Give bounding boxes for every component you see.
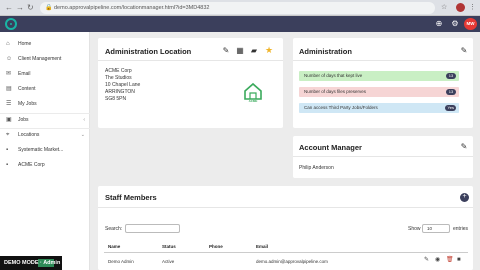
divider xyxy=(98,60,283,61)
sidebar-item-label: Email xyxy=(18,71,31,77)
count-badge: Yes xyxy=(445,105,456,111)
stat-days-kept-live: Number of days that kept live 13 xyxy=(299,71,459,81)
sidebar: ⌂ Home ☺ Client Management ✉ Email ▤ Con… xyxy=(0,32,90,270)
briefcase-icon: ▣ xyxy=(6,117,12,123)
address-line: ACME Corp xyxy=(105,68,132,74)
table-header-rule xyxy=(104,252,468,253)
sidebar-item-label: Locations xyxy=(18,132,40,138)
column-header-email[interactable]: Email xyxy=(256,244,268,249)
chevron-left-icon: ‹ xyxy=(83,117,85,123)
stat-label: Number of days files preserves xyxy=(304,89,367,94)
show-label: Show xyxy=(408,226,421,232)
profile-icon[interactable] xyxy=(456,3,465,12)
column-header-phone[interactable]: Phone xyxy=(209,244,223,249)
stat-label: Can access Third Party Jobs/Folders xyxy=(304,105,378,110)
delete-icon[interactable]: 🗑 xyxy=(446,256,454,264)
sidebar-item-label: ACME Corp xyxy=(18,162,45,168)
entries-label: entries xyxy=(453,226,469,232)
divider xyxy=(293,156,473,157)
sidebar-item-home[interactable]: ⌂ Home xyxy=(0,38,90,51)
stat-days-files-preserved: Number of days files preserves 13 xyxy=(299,87,459,97)
stat-third-party-access: Can access Third Party Jobs/Folders Yes xyxy=(299,103,459,113)
address-line: SG8 5PN xyxy=(105,96,127,102)
edit-icon[interactable]: ✎ xyxy=(459,142,469,152)
avatar[interactable]: MW xyxy=(464,18,477,30)
sidebar-item-acme-corp[interactable]: ▪ ACME Corp xyxy=(0,159,90,172)
administration-title: Administration xyxy=(299,47,352,56)
address-line: 10 Chapel Lane xyxy=(105,82,141,88)
logo-text: ACME xyxy=(248,99,258,103)
stat-label: Number of days that kept live xyxy=(304,73,363,78)
company-logo: ACME xyxy=(241,80,265,104)
lock-icon: 🔒 xyxy=(45,5,53,11)
folder-open-icon[interactable]: ▰ xyxy=(249,46,259,56)
browser-toolbar: ← → ↻ 🔒 demo.approvalpipeline.com/locati… xyxy=(0,0,480,16)
account-manager-title: Account Manager xyxy=(299,143,362,152)
staff-members-title: Staff Members xyxy=(105,193,157,202)
forward-icon[interactable]: → xyxy=(16,3,24,13)
search-label: Search: xyxy=(105,226,123,232)
address-line: The Studios xyxy=(105,75,132,81)
folder-icon: ▪ xyxy=(6,147,9,153)
edit-icon[interactable]: ✎ xyxy=(221,46,231,56)
settings-icon[interactable]: ⚙ xyxy=(449,18,461,30)
search-input[interactable] xyxy=(125,224,180,233)
cell-name: Demo Admin xyxy=(108,259,134,264)
url-text: demo.approvalpipeline.com/locationmanage… xyxy=(54,5,210,11)
app-logo[interactable] xyxy=(5,18,17,30)
mail-icon: ✉ xyxy=(6,71,12,77)
column-header-name[interactable]: Name xyxy=(108,244,120,249)
page-size-value: 10 xyxy=(427,226,433,231)
users-icon: ☺ xyxy=(6,56,13,62)
sidebar-item-label: My Jobs xyxy=(18,101,37,107)
location-icon: ⌖ xyxy=(6,132,10,138)
sidebar-item-systematic-market[interactable]: ▪ Systematic Market... xyxy=(0,144,90,157)
count-badge: 13 xyxy=(446,73,456,79)
column-header-status[interactable]: Status xyxy=(162,244,176,249)
cell-status: Active xyxy=(162,259,175,264)
sidebar-item-label: Jobs xyxy=(18,117,29,123)
sidebar-item-jobs[interactable]: ▣ Jobs ‹ xyxy=(0,114,90,127)
sidebar-item-label: Content xyxy=(18,86,36,92)
admin-location-title: Administration Location xyxy=(105,47,192,56)
edit-icon[interactable]: ✎ xyxy=(459,46,469,56)
add-icon[interactable]: ⊕ xyxy=(433,18,445,30)
content-icon: ▤ xyxy=(6,86,12,92)
address-line: ARRINGTON xyxy=(105,89,135,95)
sidebar-item-label: Home xyxy=(18,41,32,47)
sidebar-item-locations[interactable]: ⌖ Locations ⌄ xyxy=(0,129,90,142)
edit-icon[interactable]: ✎ xyxy=(424,256,429,264)
page-size-select[interactable]: 10 xyxy=(422,224,450,233)
sidebar-item-label: Systematic Market... xyxy=(18,147,64,153)
reload-icon[interactable]: ↻ xyxy=(27,3,34,13)
overlay-text: DEMO MODE · Admin View xyxy=(4,260,75,266)
address-bar[interactable]: 🔒 demo.approvalpipeline.com/locationmana… xyxy=(40,2,435,14)
sidebar-item-client-management[interactable]: ☺ Client Management xyxy=(0,53,90,66)
cell-email: demo.admin@approvalpipeline.com xyxy=(256,259,328,264)
count-badge: 13 xyxy=(446,89,456,95)
folder-icon: ▪ xyxy=(6,162,9,168)
account-manager-name: Philip Anderson xyxy=(299,165,334,171)
sidebar-item-content[interactable]: ▤ Content xyxy=(0,83,90,96)
app-header: ⊕ ⚙ MW xyxy=(0,16,480,32)
home-icon: ⌂ xyxy=(6,41,10,47)
star-bookmark-icon[interactable]: ☆ xyxy=(441,3,447,13)
divider xyxy=(98,207,473,208)
lock-icon[interactable]: ■ xyxy=(457,256,461,264)
demo-overlay: DEMO MODE · Admin View xyxy=(0,256,74,270)
menu-icon[interactable]: ⋮ xyxy=(469,3,476,13)
add-staff-button[interactable]: + xyxy=(460,193,469,202)
sidebar-item-email[interactable]: ✉ Email xyxy=(0,68,90,81)
jobs-icon: ☰ xyxy=(6,101,12,107)
sidebar-item-my-jobs[interactable]: ☰ My Jobs xyxy=(0,98,90,111)
divider xyxy=(293,60,473,61)
chevron-down-icon: ⌄ xyxy=(80,132,85,138)
archive-icon[interactable]: ▦ xyxy=(235,46,245,56)
view-icon[interactable]: ◉ xyxy=(435,256,440,264)
back-icon[interactable]: ← xyxy=(5,3,13,13)
sidebar-item-label: Client Management xyxy=(18,56,62,62)
star-icon[interactable]: ★ xyxy=(264,45,274,55)
